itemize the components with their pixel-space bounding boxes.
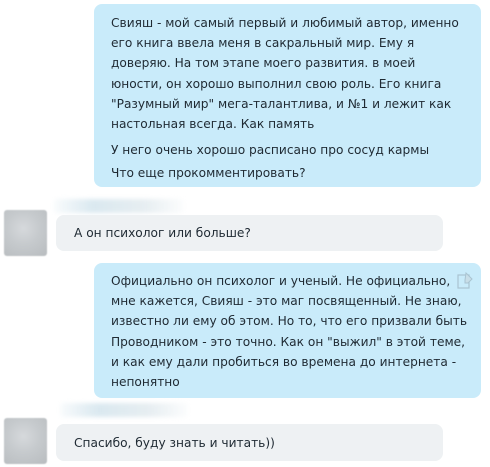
- message-text-line: У него очень хорошо расписано про сосуд …: [111, 143, 430, 158]
- message-text-line: непонятно: [111, 375, 180, 390]
- message-text-line: его книга ввела меня в сакральный мир. Е…: [111, 36, 415, 51]
- message-text-line: "Разумный мир" мега-талантлива, и №1 и л…: [111, 96, 452, 111]
- message-text-line: Что еще прокомментировать?: [111, 166, 306, 181]
- message-text-line: и как ему дали пробиться во времена до и…: [111, 354, 457, 369]
- message-text-line: юности, он хорошо выполнил свою роль. Ег…: [111, 76, 442, 91]
- sender-name-blurred: [54, 199, 184, 213]
- message-edit-icon[interactable]: [457, 272, 473, 290]
- message-text: Спасибо, буду знать и читать)): [74, 436, 275, 450]
- message-text-line: Проводником - это точно. Как он "выжил" …: [111, 334, 466, 349]
- message-text-line: настольная всегда. Как память: [111, 117, 315, 132]
- sender-avatar[interactable]: [4, 210, 47, 256]
- sender-avatar[interactable]: [4, 418, 47, 464]
- outgoing-message-bubble[interactable]: Свияш - мой самый первый и любимый автор…: [94, 4, 481, 187]
- message-text-line: Официально он психолог и ученый. Не офиц…: [111, 274, 451, 288]
- outgoing-message-bubble[interactable]: Официально он психолог и ученый. Не офиц…: [94, 263, 481, 398]
- chat-window: Свияш - мой самый первый и любимый автор…: [0, 0, 490, 467]
- message-text-line: мне кажется, Свияш - это маг посвященный…: [111, 294, 462, 309]
- message-text-line: Свияш - мой самый первый и любимый автор…: [111, 16, 459, 30]
- incoming-message-bubble[interactable]: Спасибо, буду знать и читать)): [56, 424, 443, 461]
- sender-name-blurred: [60, 403, 188, 417]
- message-text-line: доверяю. На том этапе моего развития. в …: [111, 56, 416, 71]
- message-text: А он психолог или больше?: [74, 226, 251, 240]
- incoming-message-bubble[interactable]: А он психолог или больше?: [56, 215, 443, 251]
- message-text-line: известно ли ему об этом. Но то, что его …: [111, 314, 468, 329]
